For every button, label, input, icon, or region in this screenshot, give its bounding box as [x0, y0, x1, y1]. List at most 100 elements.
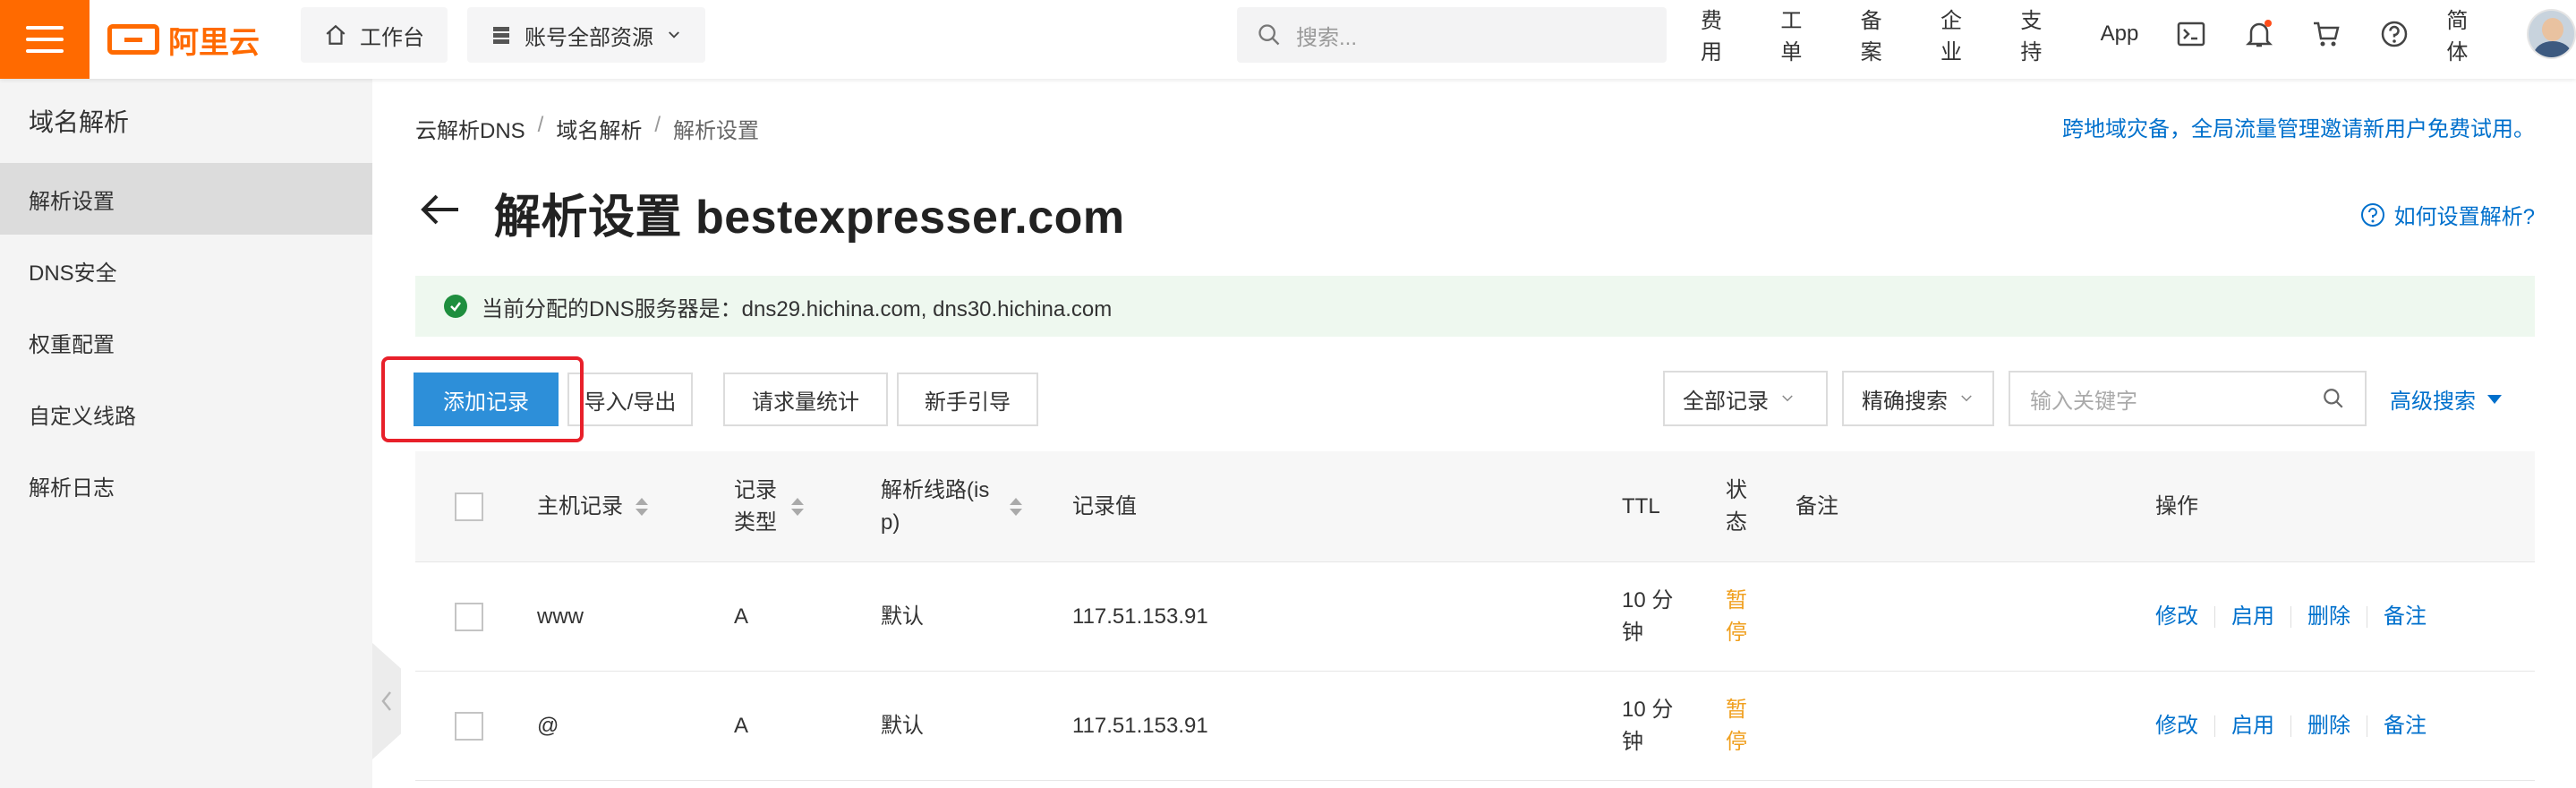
edit-link[interactable]: 修改 — [2155, 710, 2198, 742]
search-mode-value: 精确搜索 — [1862, 389, 1948, 414]
breadcrumb-cloud-dns[interactable]: 云解析DNS — [415, 113, 525, 144]
dns-records-table: 主机记录 记录类型 解析线路(isp) 记录值 TTL 状态 备注 操作 www… — [415, 451, 2535, 781]
column-host[interactable]: 主机记录 — [537, 451, 648, 561]
menu-button[interactable] — [0, 0, 90, 79]
sidebar: 域名解析 解析设置 DNS安全 权重配置 自定义线路 解析日志 — [0, 79, 372, 788]
chevron-left-icon — [381, 691, 391, 711]
logo-text: 阿里云 — [168, 25, 260, 60]
nav-link-enterprise[interactable]: 企业 — [1941, 3, 1983, 65]
column-type[interactable]: 记录类型 — [734, 451, 804, 561]
row-checkbox[interactable] — [455, 602, 483, 631]
chevron-down-icon — [669, 31, 679, 39]
top-nav-links: 费用 工单 备案 企业 支持 App 简体 — [1701, 0, 2576, 68]
resource-icon — [493, 27, 509, 44]
import-export-button[interactable]: 导入/导出 — [567, 373, 693, 426]
cell-line: 默认 — [881, 604, 924, 629]
enable-link[interactable]: 启用 — [2231, 710, 2274, 742]
sidebar-item-resolution-logs[interactable]: 解析日志 — [0, 450, 372, 521]
cell-status: 暂停 — [1726, 587, 1747, 645]
delete-link[interactable]: 删除 — [2307, 601, 2350, 633]
nav-link-support[interactable]: 支持 — [2020, 3, 2062, 65]
search-mode-select[interactable]: 精确搜索 — [1842, 371, 1994, 426]
question-circle-icon — [2360, 202, 2384, 227]
home-icon — [326, 24, 345, 45]
sidebar-item-resolution-settings[interactable]: 解析设置 — [0, 163, 372, 235]
newbie-guide-button[interactable]: 新手引导 — [897, 373, 1038, 426]
help-icon[interactable] — [2379, 19, 2410, 49]
keyword-search-input[interactable]: 输入关键字 — [2009, 371, 2367, 426]
search-icon[interactable] — [2322, 387, 2345, 410]
nav-link-billing[interactable]: 费用 — [1701, 3, 1743, 65]
column-line[interactable]: 解析线路(isp) — [881, 451, 1022, 561]
cell-ttl: 10 分钟 — [1622, 587, 1674, 645]
request-stats-button[interactable]: 请求量统计 — [723, 373, 888, 426]
account-scope-select[interactable]: 账号全部资源 — [467, 7, 705, 63]
record-filter-value: 全部记录 — [1683, 389, 1769, 414]
page-title: 解析设置 bestexpresser.com — [494, 192, 1125, 244]
cell-type: A — [734, 713, 749, 738]
select-all-checkbox[interactable] — [455, 492, 483, 521]
cell-value: 117.51.153.91 — [1072, 713, 1208, 738]
workbench-label: 工作台 — [360, 25, 424, 50]
dns-server-text: 当前分配的DNS服务器是：dns29.hichina.com, dns30.hi… — [482, 296, 1113, 321]
logo-icon — [107, 24, 159, 55]
cell-host: www — [537, 604, 584, 629]
sidebar-title: 域名解析 — [29, 108, 130, 136]
aliyun-logo[interactable]: 阿里云 — [107, 18, 260, 61]
breadcrumb-current: 解析设置 — [673, 119, 760, 143]
column-remark: 备注 — [1796, 493, 1838, 518]
workbench-button[interactable]: 工作台 — [301, 7, 448, 63]
global-search-placeholder: 搜索... — [1296, 25, 1358, 50]
column-type-label: 记录类型 — [734, 477, 777, 535]
breadcrumb-domain-resolution[interactable]: 域名解析 — [556, 113, 642, 144]
column-actions: 操作 — [2155, 493, 2198, 518]
table-header: 主机记录 记录类型 解析线路(isp) 记录值 TTL 状态 备注 操作 — [415, 451, 2535, 562]
remark-link[interactable]: 备注 — [2384, 601, 2427, 633]
cell-status: 暂停 — [1726, 697, 1747, 754]
promo-link[interactable]: 跨地域灾备，全局流量管理邀请新用户免费试用。 — [2062, 111, 2535, 142]
edit-link[interactable]: 修改 — [2155, 601, 2198, 633]
back-arrow-icon[interactable] — [417, 186, 464, 233]
top-bar: 阿里云 工作台 账号全部资源 搜索... 费用 工单 备案 企业 支持 App … — [0, 0, 2576, 79]
nav-link-icp[interactable]: 备案 — [1861, 3, 1903, 65]
check-circle-icon — [444, 295, 467, 318]
cell-host: @ — [537, 713, 559, 738]
caret-down-icon — [2487, 394, 2502, 404]
sidebar-item-weight-config[interactable]: 权重配置 — [0, 306, 372, 378]
column-value: 记录值 — [1072, 493, 1137, 518]
help-link-label: 如何设置解析? — [2393, 205, 2535, 229]
menu-icon — [26, 26, 64, 30]
remark-link[interactable]: 备注 — [2384, 710, 2427, 742]
delete-link[interactable]: 删除 — [2307, 710, 2350, 742]
cell-type: A — [734, 604, 749, 629]
global-search-input[interactable]: 搜索... — [1237, 7, 1667, 63]
language-switch[interactable]: 简体 — [2446, 3, 2488, 65]
sort-icon — [635, 497, 648, 516]
cell-ttl: 10 分钟 — [1622, 697, 1674, 754]
sidebar-item-dns-security[interactable]: DNS安全 — [0, 235, 372, 306]
nav-link-tickets[interactable]: 工单 — [1780, 3, 1822, 65]
row-actions: 修改 启用 删除 备注 — [2155, 672, 2427, 780]
nav-link-app[interactable]: App — [2101, 21, 2139, 47]
record-filter-select[interactable]: 全部记录 — [1663, 371, 1828, 426]
user-avatar[interactable] — [2526, 9, 2576, 59]
column-ttl: TTL — [1622, 493, 1660, 518]
terminal-icon[interactable] — [2176, 19, 2206, 49]
column-status: 状态 — [1726, 477, 1747, 535]
breadcrumb-separator: / — [537, 113, 544, 137]
cart-icon[interactable] — [2311, 19, 2341, 49]
help-link[interactable]: 如何设置解析? — [2360, 199, 2535, 230]
enable-link[interactable]: 启用 — [2231, 601, 2274, 633]
sidebar-collapse-handle[interactable] — [372, 643, 401, 759]
sort-icon — [791, 497, 804, 516]
column-host-label: 主机记录 — [537, 493, 623, 518]
row-checkbox[interactable] — [455, 711, 483, 741]
sort-icon — [1010, 497, 1022, 516]
sidebar-item-custom-lines[interactable]: 自定义线路 — [0, 378, 372, 450]
column-line-label: 解析线路(isp) — [881, 477, 990, 535]
cell-value: 117.51.153.91 — [1072, 604, 1208, 629]
account-scope-label: 账号全部资源 — [525, 25, 653, 50]
bell-icon[interactable] — [2244, 19, 2274, 49]
chevron-down-icon — [1961, 395, 1972, 402]
advanced-search-toggle[interactable]: 高级搜索 — [2390, 383, 2503, 415]
